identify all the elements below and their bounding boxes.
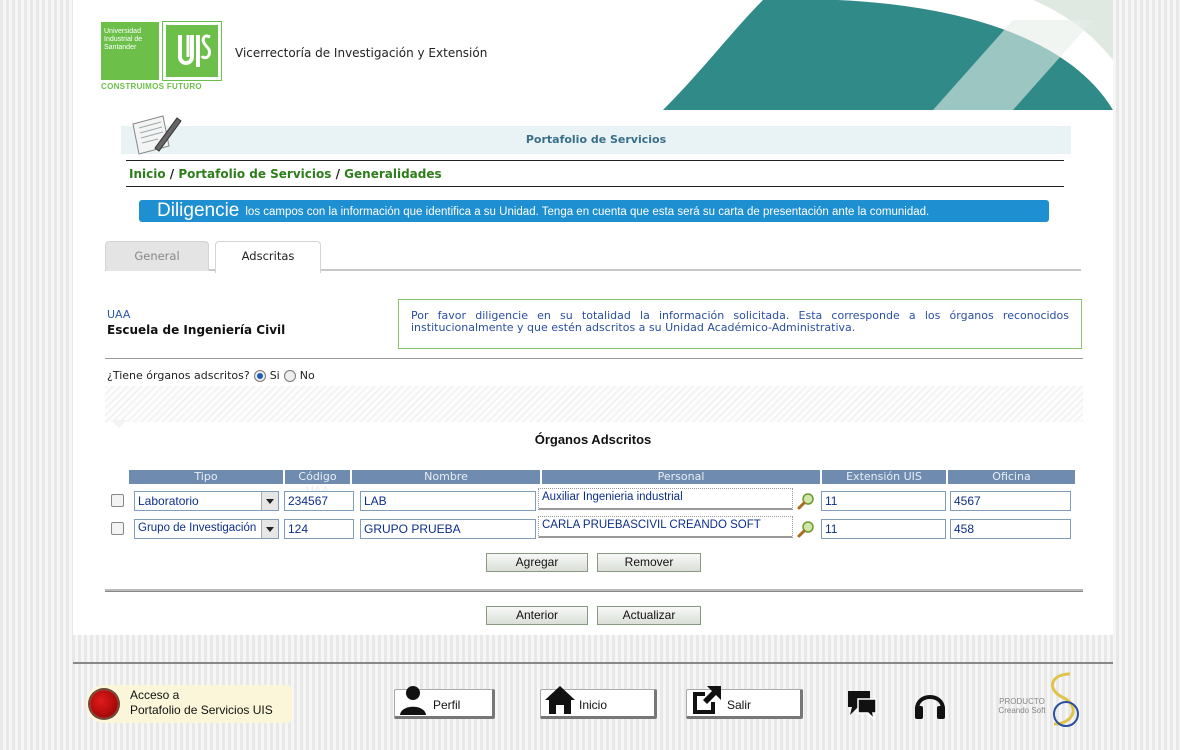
- radio-no[interactable]: [283, 369, 296, 382]
- tab-bar: General Adscritas: [105, 241, 1081, 273]
- question-label: ¿Tiene órganos adscritos?: [107, 369, 250, 382]
- user-icon: [400, 686, 426, 715]
- logo-tagline: CONSTRUIMOS FUTURO: [101, 82, 202, 91]
- breadcrumb-separator: /: [165, 167, 179, 181]
- logo-university-text: Universidad Industrial de Santander: [101, 22, 159, 80]
- actualizar-button[interactable]: Actualizar: [597, 606, 701, 625]
- acceso-line2: Portafolio de Servicios UIS: [130, 703, 273, 717]
- tab-general[interactable]: General: [105, 241, 209, 271]
- nombre-input[interactable]: LAB: [360, 491, 536, 511]
- red-dot-icon: [90, 690, 118, 718]
- breadcrumb-generalidades-link[interactable]: Generalidades: [344, 167, 441, 181]
- notice-box: Por favor diligencie en su totalidad la …: [398, 299, 1082, 349]
- agregar-button[interactable]: Agregar: [486, 553, 588, 572]
- extension-input[interactable]: 11: [821, 491, 946, 511]
- home-icon: [545, 686, 575, 714]
- breadcrumb-portafolio-link[interactable]: Portafolio de Servicios: [178, 167, 331, 181]
- extension-input[interactable]: 11: [821, 519, 946, 539]
- divider: [105, 358, 1083, 359]
- nombre-input[interactable]: GRUPO PRUEBA: [360, 519, 536, 539]
- oficina-input[interactable]: 458: [950, 519, 1071, 539]
- perfil-label: Perfil: [433, 698, 461, 712]
- uis-emblem-icon: [162, 21, 222, 81]
- radio-no-label: No: [299, 369, 315, 382]
- acceso-portafolio-link[interactable]: Acceso a Portafolio de Servicios UIS: [86, 685, 292, 723]
- chevron-down-icon[interactable]: [261, 492, 278, 510]
- tipo-select-value: Laboratorio: [138, 494, 199, 508]
- header-title: Vicerrectoría de Investigación y Extensi…: [235, 46, 488, 60]
- remover-button[interactable]: Remover: [597, 553, 701, 572]
- salir-button[interactable]: Salir: [686, 686, 803, 719]
- radio-si-label: Si: [269, 369, 280, 382]
- uis-logo[interactable]: Universidad Industrial de Santander: [101, 21, 222, 81]
- tab-adscritas[interactable]: Adscritas: [215, 241, 321, 273]
- divider: [105, 589, 1083, 592]
- page-container: Universidad Industrial de Santander CONS…: [73, 0, 1113, 635]
- title-bar: Portafolio de Servicios: [121, 126, 1071, 154]
- column-header-codigo: Código UAA: [285, 470, 350, 497]
- column-header-oficina: Oficina: [948, 470, 1075, 484]
- creando-soft-logo: [1051, 672, 1079, 727]
- hatched-separator: [105, 386, 1083, 422]
- breadcrumb-separator: /: [331, 167, 345, 181]
- inicio-button[interactable]: Inicio: [540, 686, 657, 719]
- footer-divider: [73, 662, 1113, 664]
- column-header-extension: Extensión UIS: [822, 470, 946, 484]
- personal-field[interactable]: CARLA PRUEBASCIVIL CREANDO SOFT: [538, 516, 793, 538]
- banner-text: los campos con la información que identi…: [245, 206, 930, 218]
- breadcrumb-inicio-link[interactable]: Inicio: [129, 167, 166, 181]
- chevron-down-icon[interactable]: [261, 520, 278, 538]
- row-select-checkbox[interactable]: [111, 494, 124, 507]
- anterior-button[interactable]: Anterior: [486, 606, 588, 625]
- title-bar-text: Portafolio de Servicios: [525, 133, 667, 146]
- separator-notch: [111, 420, 127, 428]
- column-header-nombre: Nombre: [352, 470, 540, 484]
- tipo-select[interactable]: Laboratorio: [134, 491, 279, 511]
- acceso-line1: Acceso a: [130, 688, 180, 702]
- section-title: Órganos Adscritos: [534, 432, 652, 447]
- uaa-name: Escuela de Ingeniería Civil: [107, 323, 286, 337]
- search-personal-icon[interactable]: [797, 520, 815, 538]
- banner-emphasis: Diligencie: [157, 200, 240, 221]
- column-header-personal: Personal: [542, 470, 820, 484]
- tipo-select[interactable]: Grupo de Investigación: [134, 519, 279, 539]
- tipo-select-value: Grupo de Investigación: [138, 522, 257, 534]
- adscritos-question: ¿Tiene órganos adscritos? Si No: [107, 369, 315, 382]
- row-select-checkbox[interactable]: [111, 522, 124, 535]
- search-personal-icon[interactable]: [797, 492, 815, 510]
- uaa-label: UAA: [107, 308, 131, 321]
- personal-field[interactable]: Auxiliar Ingenieria industrial: [538, 488, 793, 510]
- exit-icon: [693, 686, 721, 714]
- instruction-banner: Diligencie los campos con la información …: [139, 200, 1049, 222]
- document-pen-icon: [132, 115, 182, 155]
- salir-label: Salir: [727, 698, 752, 712]
- perfil-button[interactable]: Perfil: [394, 686, 495, 719]
- codigo-uaa-input[interactable]: 234567: [284, 491, 354, 511]
- oficina-input[interactable]: 4567: [950, 491, 1071, 511]
- header-swoosh-decoration: [493, 0, 1113, 110]
- breadcrumb: Inicio / Portafolio de Servicios / Gener…: [129, 167, 442, 181]
- headset-icon[interactable]: [912, 687, 948, 721]
- codigo-uaa-input[interactable]: 124: [284, 519, 354, 539]
- divider: [126, 160, 1064, 161]
- inicio-label: Inicio: [579, 698, 608, 712]
- divider: [126, 186, 1064, 187]
- chat-icon[interactable]: [844, 687, 880, 721]
- radio-si[interactable]: [253, 369, 266, 382]
- column-header-tipo: Tipo: [129, 470, 283, 484]
